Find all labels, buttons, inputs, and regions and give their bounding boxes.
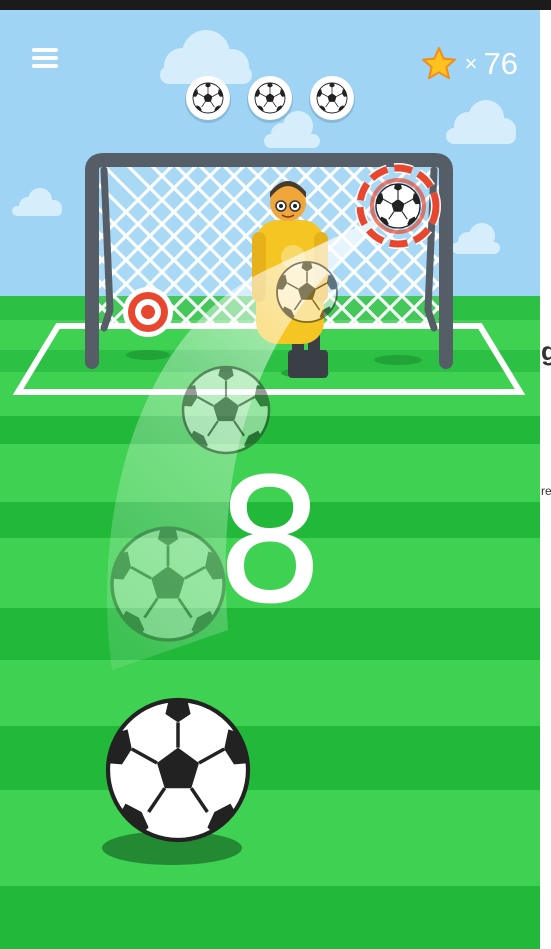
side-panel-edge: g re [540,10,551,949]
ball-remaining-icon [309,76,355,123]
hamburger-menu-icon[interactable] [30,44,60,74]
stars-count: 76 [483,46,518,81]
target-left-icon [123,287,173,337]
countdown-number: 8 [215,441,325,642]
stars-counter: × 76 [421,44,518,84]
star-icon [421,47,456,80]
side-letter-2: re [541,484,551,498]
balls-remaining [185,76,355,123]
game-field[interactable]: × 76 8 [0,10,540,949]
top-bar [0,0,551,10]
ball-remaining-icon [185,76,231,123]
multiplier-sign: × [464,51,478,76]
game-stage: × 76 8 g re [0,0,551,949]
ball-remaining-icon [247,76,293,123]
side-letter-1: g [541,336,551,366]
